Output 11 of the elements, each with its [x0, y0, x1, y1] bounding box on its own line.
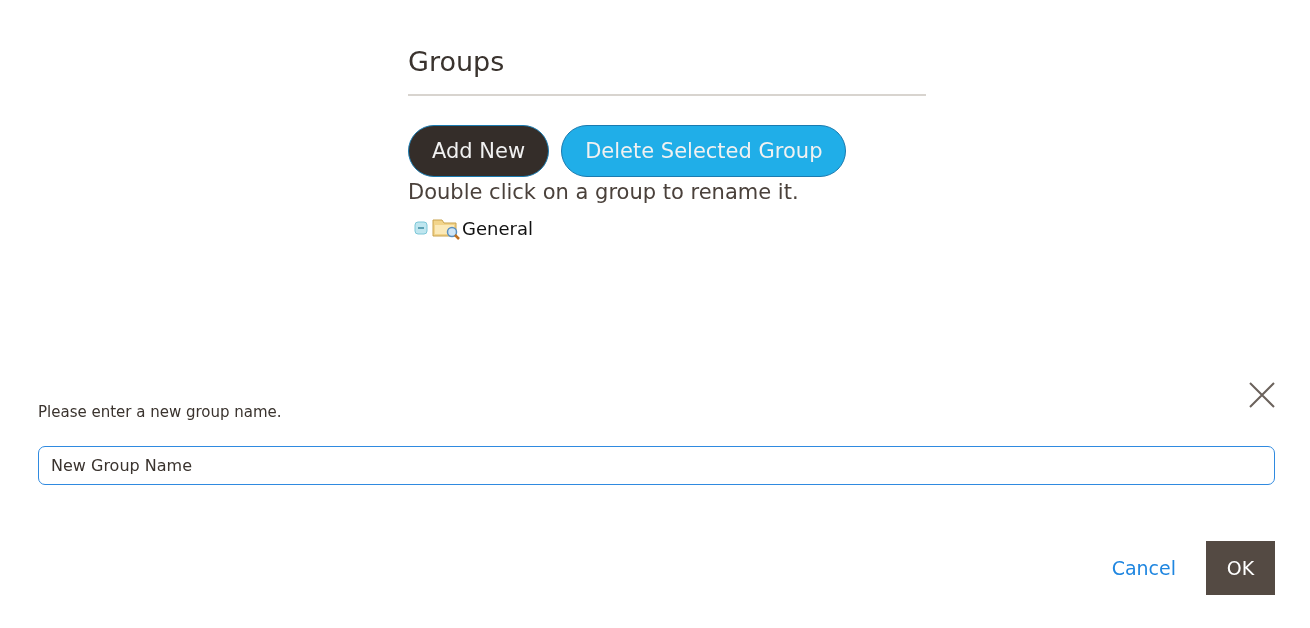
section-title: Groups [408, 45, 505, 79]
collapse-toggle-icon[interactable] [414, 221, 428, 235]
tree-item[interactable]: General [462, 217, 533, 239]
folder-search-icon [432, 216, 460, 240]
ok-button[interactable]: OK [1206, 541, 1275, 595]
close-icon[interactable] [1249, 382, 1275, 408]
action-button[interactable]: Add New [408, 125, 550, 177]
cancel-link[interactable]: Cancel [1105, 556, 1182, 580]
prompt-text: Please enter a new group name. [38, 403, 282, 421]
group-name-field[interactable]: New Group Name [38, 446, 1275, 485]
hint-text: Double click on a group to rename it. [408, 179, 800, 206]
